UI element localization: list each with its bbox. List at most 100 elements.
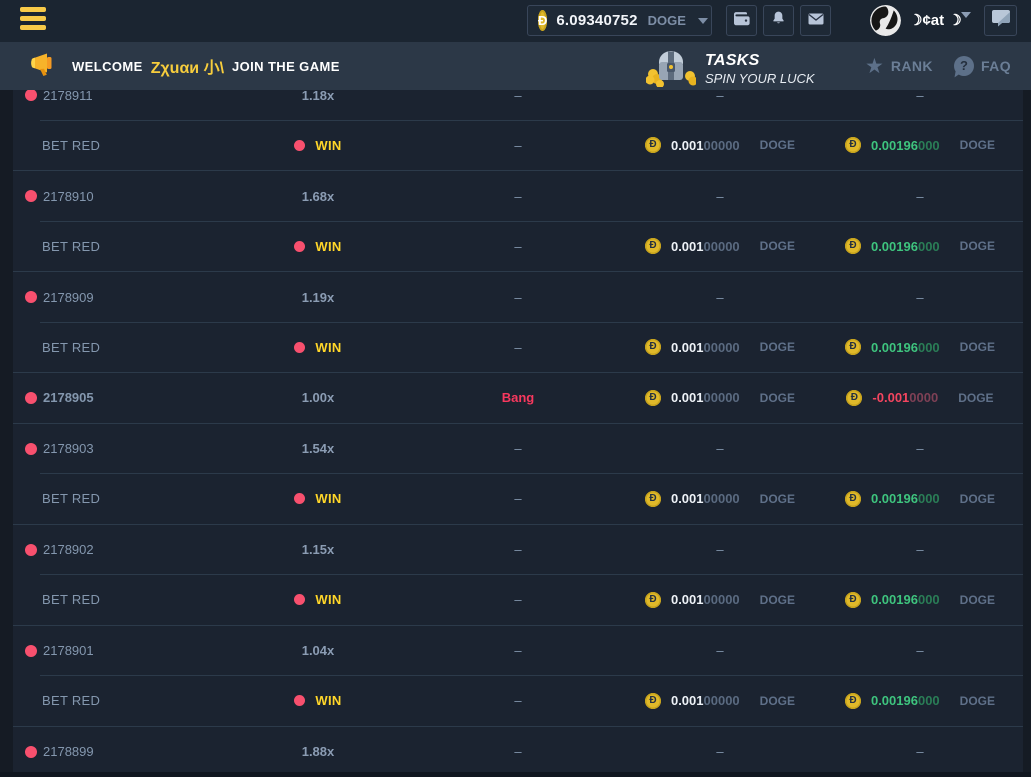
bet-amount: Ð0.00100000DOGE bbox=[645, 491, 795, 507]
amount-trailing-zeros: 00000 bbox=[704, 340, 740, 355]
bell-icon bbox=[771, 10, 786, 31]
game-row[interactable]: 21789051.00xBangÐ0.00100000DOGEÐ-0.00100… bbox=[13, 373, 1023, 424]
wallet-button[interactable] bbox=[726, 5, 757, 36]
empty-dash: – bbox=[514, 239, 521, 254]
avatar[interactable] bbox=[870, 5, 901, 36]
game-row[interactable]: 21789101.68x––– bbox=[13, 171, 1023, 222]
empty-dash: – bbox=[916, 643, 923, 658]
bet-amount: Ð0.00100000DOGE bbox=[645, 238, 795, 254]
bet-label: BET RED bbox=[42, 592, 100, 607]
bet-row[interactable]: BET REDWIN–Ð0.00100000DOGEÐ0.00196000DOG… bbox=[13, 222, 1023, 273]
red-dot-icon bbox=[25, 291, 37, 303]
red-dot-icon bbox=[25, 89, 37, 101]
welcome-prefix: WELCOME bbox=[72, 59, 143, 74]
tasks-subtitle: SPIN YOUR LUCK bbox=[705, 71, 815, 86]
game-id: 2178909 bbox=[43, 290, 94, 305]
game-row[interactable]: 21789011.04x––– bbox=[13, 626, 1023, 677]
empty-dash: – bbox=[916, 290, 923, 305]
crash-multiplier: 1.88x bbox=[302, 744, 335, 759]
announcement-bar: WELCOME Zχuαи 小\ JOIN THE GAME TASKS SPI… bbox=[0, 42, 1031, 90]
red-dot-icon bbox=[294, 140, 305, 151]
amount-trailing-zeros: 00000 bbox=[704, 592, 740, 607]
amount-currency: DOGE bbox=[760, 138, 795, 152]
chat-button[interactable] bbox=[984, 5, 1017, 36]
amount-currency: DOGE bbox=[960, 239, 995, 253]
bet-amount: Ð0.00100000DOGE bbox=[645, 339, 795, 355]
doge-coin-icon: Ð bbox=[645, 390, 661, 406]
amount-trailing-zeros: 00000 bbox=[704, 693, 740, 708]
amount-currency: DOGE bbox=[960, 593, 995, 607]
doge-coin-icon: Ð bbox=[845, 592, 861, 608]
bet-label: BET RED bbox=[42, 138, 100, 153]
game-id: 2178899 bbox=[43, 744, 94, 759]
faq-label: FAQ bbox=[981, 58, 1011, 74]
star-icon: ★ bbox=[865, 56, 884, 77]
tasks-link[interactable]: TASKS SPIN YOUR LUCK bbox=[646, 45, 815, 92]
game-row[interactable]: 21788991.88x––– bbox=[13, 727, 1023, 777]
doge-coin-icon: Ð bbox=[845, 491, 861, 507]
amount-trailing-zeros: 00000 bbox=[704, 390, 740, 405]
balance-selector[interactable]: Ð 6.09340752 DOGE bbox=[527, 5, 712, 36]
empty-dash: – bbox=[916, 189, 923, 204]
crash-multiplier: 1.68x bbox=[302, 189, 335, 204]
bet-row[interactable]: BET REDWIN–Ð0.00100000DOGEÐ0.00196000DOG… bbox=[13, 575, 1023, 626]
red-dot-icon bbox=[25, 544, 37, 556]
amount-value: 0.00196 bbox=[871, 693, 918, 708]
bet-row[interactable]: BET REDWIN–Ð0.00100000DOGEÐ0.00196000DOG… bbox=[13, 676, 1023, 727]
red-dot-icon bbox=[25, 645, 37, 657]
hamburger-menu-icon[interactable] bbox=[20, 7, 46, 35]
megaphone-icon bbox=[28, 51, 58, 84]
game-id: 2178905 bbox=[43, 390, 94, 405]
bet-amount: Ð0.00100000DOGE bbox=[645, 137, 795, 153]
profit-amount: Ð0.00196000DOGE bbox=[845, 137, 995, 153]
red-dot-icon bbox=[25, 746, 37, 758]
amount-value: 0.001 bbox=[671, 491, 704, 506]
game-row[interactable]: 21789031.54x––– bbox=[13, 424, 1023, 475]
result-win: WIN bbox=[315, 491, 341, 506]
empty-dash: – bbox=[514, 290, 521, 305]
amount-currency: DOGE bbox=[760, 239, 795, 253]
amount-trailing-zeros: 00000 bbox=[704, 491, 740, 506]
balance-value: 6.09340752 bbox=[556, 12, 637, 29]
empty-dash: – bbox=[716, 290, 723, 305]
bet-row[interactable]: BET REDWIN–Ð0.00100000DOGEÐ0.00196000DOG… bbox=[13, 323, 1023, 374]
red-dot-icon bbox=[294, 695, 305, 706]
welcome-suffix: JOIN THE GAME bbox=[232, 59, 340, 74]
chevron-down-icon bbox=[698, 18, 708, 24]
messages-button[interactable] bbox=[800, 5, 831, 36]
rank-link[interactable]: ★ RANK bbox=[865, 42, 933, 90]
bet-amount: Ð0.00100000DOGE bbox=[645, 592, 795, 608]
crash-multiplier: 1.00x bbox=[302, 390, 335, 405]
empty-dash: – bbox=[916, 88, 923, 103]
empty-dash: – bbox=[716, 441, 723, 456]
amount-trailing-zeros: 000 bbox=[918, 592, 940, 607]
empty-dash: – bbox=[514, 441, 521, 456]
amount-trailing-zeros: 000 bbox=[918, 693, 940, 708]
game-id: 2178903 bbox=[43, 441, 94, 456]
mail-icon bbox=[808, 12, 824, 30]
faq-link[interactable]: ? FAQ bbox=[954, 42, 1011, 90]
amount-currency: DOGE bbox=[760, 340, 795, 354]
red-dot-icon bbox=[294, 241, 305, 252]
tasks-title: TASKS bbox=[705, 52, 815, 70]
bet-amount: Ð0.00100000DOGE bbox=[645, 693, 795, 709]
amount-trailing-zeros: 000 bbox=[918, 239, 940, 254]
username[interactable]: ☽¢at ☽ bbox=[909, 0, 962, 42]
empty-dash: – bbox=[716, 744, 723, 759]
bet-row[interactable]: BET REDWIN–Ð0.00100000DOGEÐ0.00196000DOG… bbox=[13, 474, 1023, 525]
result-win: WIN bbox=[315, 693, 341, 708]
user-menu-chevron-icon[interactable] bbox=[961, 18, 971, 36]
profit-amount: Ð0.00196000DOGE bbox=[845, 693, 995, 709]
game-row[interactable]: 21789091.19x––– bbox=[13, 272, 1023, 323]
result-win: WIN bbox=[315, 138, 341, 153]
game-row[interactable]: 21789021.15x––– bbox=[13, 525, 1023, 576]
result-win: WIN bbox=[315, 592, 341, 607]
chat-icon bbox=[991, 9, 1011, 32]
amount-trailing-zeros: 000 bbox=[918, 138, 940, 153]
profit-amount: Ð0.00196000DOGE bbox=[845, 592, 995, 608]
result-bang: Bang bbox=[502, 390, 535, 405]
amount-value: 0.001 bbox=[671, 340, 704, 355]
wallet-icon bbox=[733, 11, 750, 31]
bet-row[interactable]: BET REDWIN–Ð0.00100000DOGEÐ0.00196000DOG… bbox=[13, 121, 1023, 172]
notifications-button[interactable] bbox=[763, 5, 794, 36]
